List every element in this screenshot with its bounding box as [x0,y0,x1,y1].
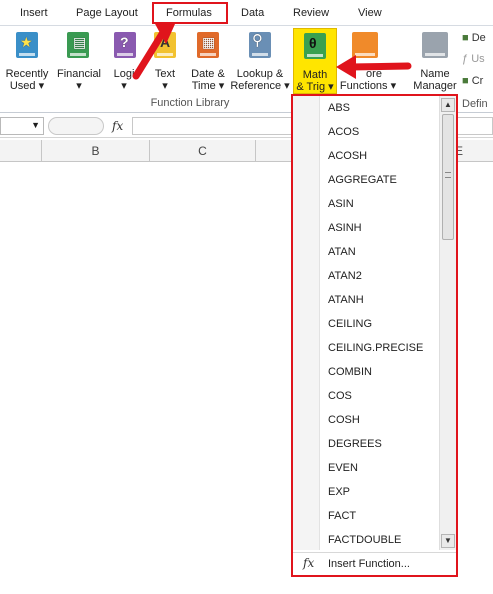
define-name-partial[interactable]: ■ De [462,32,486,44]
name-box[interactable]: ▼ [0,117,44,135]
chevron-down-icon: ▼ [444,536,452,545]
insert-function-menu-item[interactable]: fx Insert Function... [293,552,456,575]
column-header-c[interactable]: C [150,140,256,162]
name-manager-icon [422,32,448,58]
theta-book-icon: θ [304,33,326,59]
formula-bar-expand-handle[interactable] [48,117,104,135]
function-item-acos[interactable]: ACOS [328,120,438,144]
math-trig-dropdown: ABS ACOS ACOSH AGGREGATE ASIN ASINH ATAN ATAN2 A… [291,94,458,577]
recently-used-label-2: Used ▾ [9,80,45,92]
star-book-icon: ★ [16,32,38,58]
financial-label-2: ▾ [76,80,82,92]
define-name-text: De [471,32,486,44]
function-item-combin[interactable]: COMBIN [328,360,438,384]
name-manager-button[interactable]: Name Manager [410,30,460,96]
financial-label-1: Financial [56,68,102,80]
fx-icon: fx [303,556,315,570]
function-item-atanh[interactable]: ATANH [328,288,438,312]
tab-insert[interactable]: Insert [20,7,48,19]
math-trig-label-1: Math [302,69,328,81]
function-item-acosh[interactable]: ACOSH [328,144,438,168]
function-item-ceiling-precise[interactable]: CEILING.PRECISE [328,336,438,360]
function-item-atan2[interactable]: ATAN2 [328,264,438,288]
name-manager-label-1: Name [420,68,450,80]
recently-used-label-1: Recently [5,68,49,80]
scroll-up-button[interactable]: ▲ [441,98,455,112]
text-label-2: ▾ [162,80,168,92]
function-item-cos[interactable]: COS [328,384,438,408]
more-functions-label-1: ore [366,68,382,80]
function-item-even[interactable]: EVEN [328,456,438,480]
more-functions-label-2: Functions ▾ [339,80,397,92]
tab-formulas[interactable]: Formulas [166,7,212,19]
date-time-label-1: Date & [191,68,225,80]
defined-names-group-label: Defin [462,98,488,110]
chevron-up-icon: ▲ [444,100,452,109]
tab-view[interactable]: View [358,7,382,19]
lookup-reference-button[interactable]: ⚲ Lookup & Reference ▾ [230,30,290,96]
function-items: ABS ACOS ACOSH AGGREGATE ASIN ASINH ATAN ATAN2 A… [328,96,438,552]
lookup-reference-label-2: Reference ▾ [230,80,290,92]
name-manager-label-2: Manager [413,80,457,92]
function-item-fact[interactable]: FACT [328,504,438,528]
function-item-abs[interactable]: ABS [328,96,438,120]
logical-label-2: ▾ [121,80,127,92]
text-book-icon: A [154,32,176,58]
magnifier-book-icon: ⚲ [249,32,271,58]
function-list: ABS ACOS ACOSH AGGREGATE ASIN ASINH ATAN ATAN2 A… [293,96,456,550]
create-from-selection-partial[interactable]: ■ Cr [462,75,483,87]
tab-review[interactable]: Review [293,7,329,19]
text-button[interactable]: A Text ▾ [148,30,182,96]
logical-label-1: Logi [113,68,135,80]
function-item-degrees[interactable]: DEGREES [328,432,438,456]
more-functions-book-icon [352,32,378,58]
more-functions-button[interactable]: ore Functions ▾ [338,30,398,96]
date-time-button[interactable]: ▦ Date & Time ▾ [186,30,230,96]
math-trig-button[interactable]: θ Math & Trig ▾ [293,28,337,94]
scroll-thumb[interactable] [442,114,454,240]
use-in-formula-partial[interactable]: ƒ Us [462,53,485,65]
text-label-1: Text [154,68,176,80]
create-text: Cr [471,75,484,87]
function-item-asin[interactable]: ASIN [328,192,438,216]
function-item-atan[interactable]: ATAN [328,240,438,264]
function-item-ceiling[interactable]: CEILING [328,312,438,336]
function-item-factdouble[interactable]: FACTDOUBLE [328,528,438,552]
column-header-b[interactable]: B [42,140,150,162]
grip-icon [445,172,451,178]
use-in-formula-text: Us [471,53,485,65]
financial-button[interactable]: ▤ Financial ▾ [54,30,104,96]
function-item-aggregate[interactable]: AGGREGATE [328,168,438,192]
tab-page-layout[interactable]: Page Layout [76,7,138,19]
date-book-icon: ▦ [197,32,219,58]
list-scrollbar[interactable]: ▲ ▼ [439,96,456,550]
function-library-group-label: Function Library [150,97,230,109]
logical-book-icon: ? [114,32,136,58]
function-item-exp[interactable]: EXP [328,480,438,504]
math-trig-label-2: & Trig ▾ [296,81,334,93]
logical-button[interactable]: ? Logi ▾ [104,30,144,96]
insert-function-icon[interactable]: fx [112,119,123,133]
ribbon-tab-bar: Insert Page Layout Formulas Data Review … [0,0,493,25]
function-item-asinh[interactable]: ASINH [328,216,438,240]
date-time-label-2: Time ▾ [191,80,225,92]
financial-book-icon: ▤ [67,32,89,58]
recently-used-button[interactable]: ★ Recently Used ▾ [2,30,52,96]
lookup-reference-label-1: Lookup & [236,68,284,80]
tab-data[interactable]: Data [241,7,264,19]
function-item-cosh[interactable]: COSH [328,408,438,432]
insert-function-label: Insert Function... [328,558,410,570]
column-header-a-partial[interactable] [0,140,42,162]
chevron-down-icon[interactable]: ▼ [31,120,40,130]
list-icon-gutter [293,96,320,550]
scroll-down-button[interactable]: ▼ [441,534,455,548]
